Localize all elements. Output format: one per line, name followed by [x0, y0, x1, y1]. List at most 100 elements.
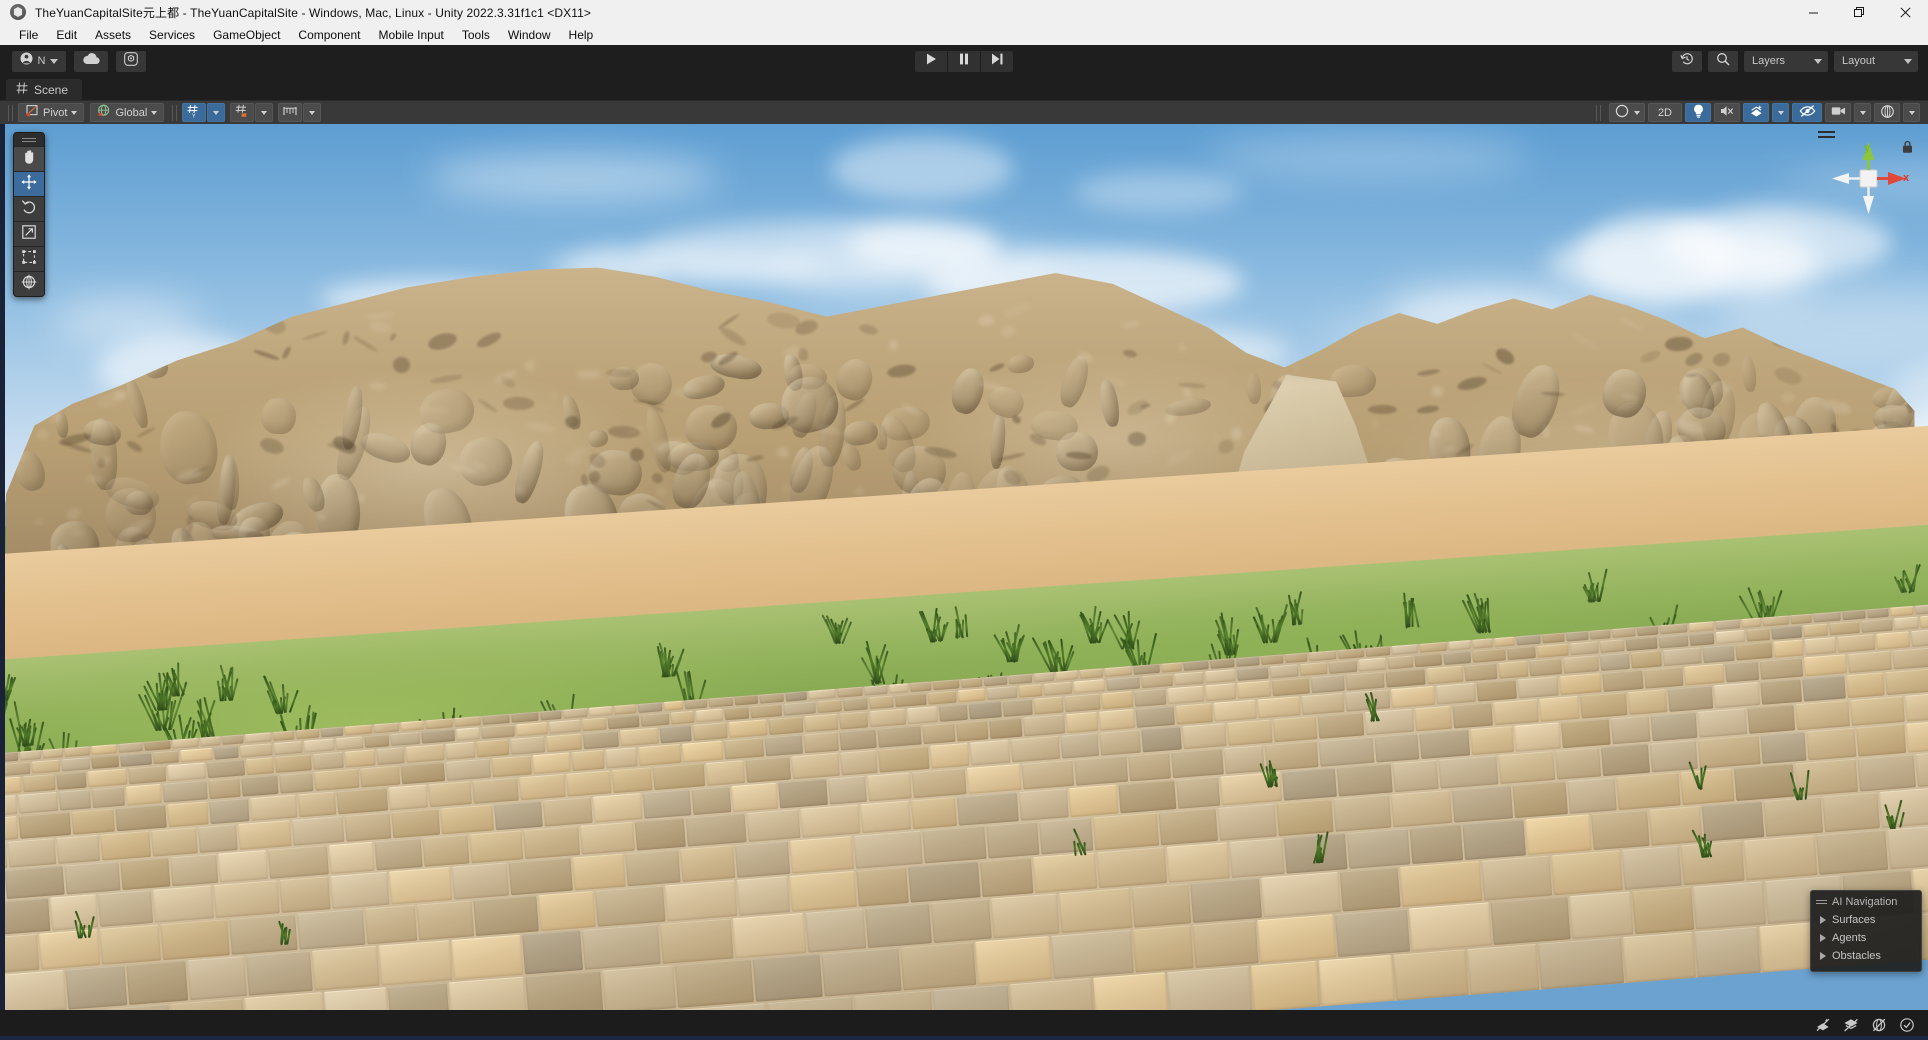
close-icon[interactable] — [1882, 0, 1928, 24]
layout-dropdown[interactable]: Layout — [1834, 50, 1918, 72]
hand-tool[interactable] — [14, 146, 44, 171]
tool-palette[interactable] — [13, 132, 45, 297]
search-button[interactable] — [1708, 50, 1738, 72]
2d-toggle-button[interactable]: 2D — [1647, 103, 1682, 122]
relief-crevice — [136, 426, 156, 439]
pavement-stone — [912, 767, 968, 799]
tool-palette-grip[interactable] — [14, 133, 44, 146]
rect-transform-tool[interactable] — [14, 246, 44, 271]
pavement-stone — [1715, 629, 1746, 645]
step-button[interactable] — [981, 50, 1013, 72]
grass-tuft — [262, 675, 299, 715]
shading-mode-dropdown[interactable] — [1608, 103, 1645, 122]
menu-services[interactable]: Services — [140, 25, 204, 44]
chevron-right-icon[interactable] — [1820, 934, 1826, 942]
pavement-stone — [790, 836, 855, 874]
camera-settings-button[interactable] — [1825, 103, 1851, 122]
gizmos-toggle-button[interactable] — [1874, 103, 1900, 122]
pavement-stone — [128, 765, 167, 785]
transform-tool[interactable] — [14, 271, 44, 296]
menu-edit[interactable]: Edit — [47, 25, 86, 44]
menu-window[interactable]: Window — [499, 25, 560, 44]
chevron-right-icon[interactable] — [1820, 916, 1826, 924]
scene-viewport[interactable]: y x AI Navigation Surfaces Agents Obstac… — [0, 124, 1928, 1010]
pavement-stone — [1506, 645, 1537, 661]
pavement-stone — [400, 720, 425, 732]
menu-assets[interactable]: Assets — [86, 25, 140, 44]
menu-help[interactable]: Help — [560, 25, 603, 44]
scene-visibility-toggle[interactable] — [1792, 103, 1822, 122]
pavement-stone — [1448, 639, 1471, 651]
menu-tools[interactable]: Tools — [453, 25, 499, 44]
fx-dropdown[interactable] — [1772, 103, 1789, 122]
pavement-stone — [746, 756, 792, 783]
pavement-stone — [1725, 971, 1811, 1010]
pavement-stone — [1257, 914, 1337, 963]
move-tool[interactable] — [14, 171, 44, 196]
menu-gameobject[interactable]: GameObject — [204, 25, 289, 44]
pavement-stone — [511, 711, 539, 723]
ai-nav-section-agents[interactable]: Agents — [1811, 929, 1921, 947]
pavement-stone — [1174, 671, 1204, 686]
menu-component[interactable]: Component — [289, 25, 369, 44]
camera-settings-dropdown[interactable] — [1854, 103, 1871, 122]
menu-mobile-input[interactable]: Mobile Input — [369, 25, 452, 44]
play-button[interactable] — [915, 50, 947, 72]
pavement-stone — [1561, 718, 1612, 749]
gizmos-dropdown[interactable] — [1903, 103, 1920, 122]
pavement-stone — [724, 737, 765, 760]
relief-crevice — [1493, 345, 1518, 368]
cloud-settings-button[interactable] — [116, 50, 146, 72]
rotate-tool[interactable] — [14, 196, 44, 221]
scene-audio-toggle[interactable] — [1714, 103, 1740, 122]
pavement-stone — [1175, 703, 1214, 726]
pavement-stone — [1538, 937, 1625, 990]
scene-lighting-toggle[interactable] — [1685, 103, 1711, 122]
restore-icon[interactable] — [1836, 0, 1882, 24]
pivot-dropdown[interactable]: Pivot — [18, 103, 85, 122]
ai-nav-section-obstacles[interactable]: Obstacles — [1811, 947, 1921, 965]
snap-increment-button[interactable] — [278, 103, 303, 122]
pavement-stone — [71, 808, 116, 835]
handle-space-dropdown[interactable]: Global — [90, 103, 165, 122]
pavement-stone — [279, 772, 314, 794]
ai-navigation-header[interactable]: AI Navigation — [1811, 895, 1921, 911]
ai-navigation-overlay[interactable]: AI Navigation Surfaces Agents Obstacles — [1810, 890, 1922, 972]
tab-scene[interactable]: Scene — [6, 79, 83, 100]
scene-effects-icon[interactable] — [1810, 1014, 1836, 1036]
pavement-stone — [1698, 735, 1761, 769]
pavement-stone — [1282, 767, 1338, 801]
no-gizmo-icon[interactable] — [1866, 1014, 1892, 1036]
global-icon — [97, 104, 111, 121]
undo-history-button[interactable] — [1672, 50, 1702, 72]
cloud-icon — [82, 52, 100, 70]
grid-axis-dropdown[interactable] — [207, 103, 226, 122]
pavement-stone — [1763, 796, 1824, 838]
cloud-button[interactable] — [74, 50, 108, 72]
scene-orientation-gizmo[interactable]: y x — [1816, 128, 1920, 234]
grid-snap-dropdown[interactable] — [255, 103, 274, 122]
pavement-stone — [297, 791, 337, 818]
relief-crevice — [478, 398, 499, 414]
fx-toggle-button[interactable] — [1743, 103, 1769, 122]
relief-crevice — [1455, 374, 1488, 393]
check-circle-icon[interactable] — [1894, 1014, 1920, 1036]
layers-dropdown[interactable]: Layers — [1744, 50, 1828, 72]
account-button[interactable]: N — [12, 50, 66, 72]
minimize-icon[interactable] — [1790, 0, 1836, 24]
grid-snap-button[interactable] — [230, 103, 255, 122]
pavement-stone — [87, 768, 128, 788]
pause-button[interactable] — [948, 50, 980, 72]
chevron-right-icon[interactable] — [1820, 952, 1826, 960]
toolbar-divider — [8, 104, 13, 121]
scale-tool[interactable] — [14, 221, 44, 246]
pavement-stone — [314, 768, 360, 792]
menu-file[interactable]: File — [10, 25, 47, 44]
snap-increment-dropdown[interactable] — [303, 103, 322, 122]
grid-axis-button[interactable]: Y — [182, 103, 207, 122]
pavement-stone — [365, 904, 418, 945]
layers-stack-icon[interactable] — [1838, 1014, 1864, 1036]
overlay-grip-icon[interactable] — [1816, 900, 1827, 904]
pavement-stone — [930, 743, 970, 769]
ai-nav-section-surfaces[interactable]: Surfaces — [1811, 911, 1921, 929]
